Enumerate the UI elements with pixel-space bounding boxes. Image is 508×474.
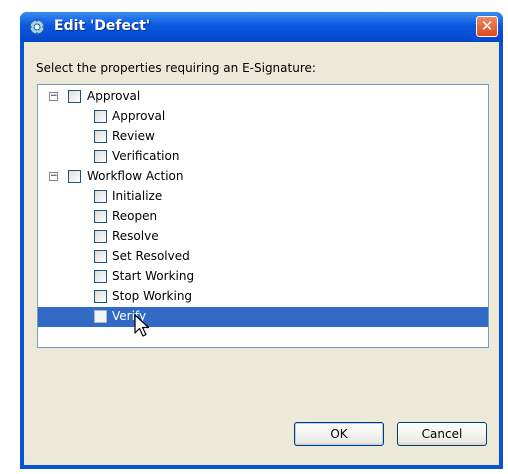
edit-defect-dialog: Edit 'Defect' ✕ Select the properties re…: [20, 12, 503, 469]
close-button[interactable]: ✕: [476, 16, 498, 37]
tree-item-label: Start Working: [112, 269, 195, 283]
tree-item-stop-working[interactable]: Stop Working: [38, 287, 488, 307]
tree-item-set-resolved[interactable]: Set Resolved: [38, 247, 488, 267]
tree-item-resolve[interactable]: Resolve: [38, 227, 488, 247]
close-icon: ✕: [480, 17, 494, 35]
checkbox-workflow-action-group[interactable]: [68, 170, 81, 183]
collapse-icon[interactable]: −: [49, 92, 58, 101]
prompt-label: Select the properties requiring an E-Sig…: [36, 61, 316, 75]
checkbox-resolve[interactable]: [94, 230, 107, 243]
tree-item-label: Set Resolved: [112, 249, 190, 263]
tree-item-reopen[interactable]: Reopen: [38, 207, 488, 227]
tree-item-label: Stop Working: [112, 289, 193, 303]
tree-group-label: Approval: [87, 89, 141, 103]
tree-item-verification[interactable]: Verification: [38, 147, 488, 167]
tree-item-label: Approval: [112, 109, 166, 123]
dialog-body: Select the properties requiring an E-Sig…: [24, 42, 499, 465]
tree-item-approval[interactable]: Approval: [38, 107, 488, 127]
checkbox-reopen[interactable]: [94, 210, 107, 223]
checkbox-start-working[interactable]: [94, 270, 107, 283]
tree-item-label: Verification: [112, 149, 180, 163]
checkbox-approval-group[interactable]: [68, 90, 81, 103]
title-bar[interactable]: Edit 'Defect' ✕: [20, 12, 503, 42]
mouse-pointer-icon: [134, 314, 150, 337]
checkbox-review[interactable]: [94, 130, 107, 143]
ok-button[interactable]: OK: [294, 422, 384, 446]
tree-item-label: Initialize: [112, 189, 163, 203]
tree-item-initialize[interactable]: Initialize: [38, 187, 488, 207]
checkbox-initialize[interactable]: [94, 190, 107, 203]
collapse-icon[interactable]: −: [49, 172, 58, 181]
tree-item-review[interactable]: Review: [38, 127, 488, 147]
checkbox-stop-working[interactable]: [94, 290, 107, 303]
tree-item-label: Resolve: [112, 229, 159, 243]
tree-item-verify-selected[interactable]: Verify: [38, 307, 488, 327]
cancel-button[interactable]: Cancel: [397, 422, 487, 446]
gear-icon: [28, 18, 46, 36]
checkbox-verify[interactable]: [94, 310, 107, 323]
checkbox-approval[interactable]: [94, 110, 107, 123]
tree-item-start-working[interactable]: Start Working: [38, 267, 488, 287]
tree-item-label: Review: [112, 129, 155, 143]
tree-item-label: Reopen: [112, 209, 158, 223]
dialog-title: Edit 'Defect': [54, 18, 151, 34]
checkbox-set-resolved[interactable]: [94, 250, 107, 263]
tree-group-approval[interactable]: − Approval: [38, 87, 488, 107]
tree-group-workflow-action[interactable]: − Workflow Action: [38, 167, 488, 187]
tree-group-label: Workflow Action: [87, 169, 184, 183]
checkbox-verification[interactable]: [94, 150, 107, 163]
property-tree[interactable]: − Approval Approval Review Verification …: [37, 84, 489, 348]
